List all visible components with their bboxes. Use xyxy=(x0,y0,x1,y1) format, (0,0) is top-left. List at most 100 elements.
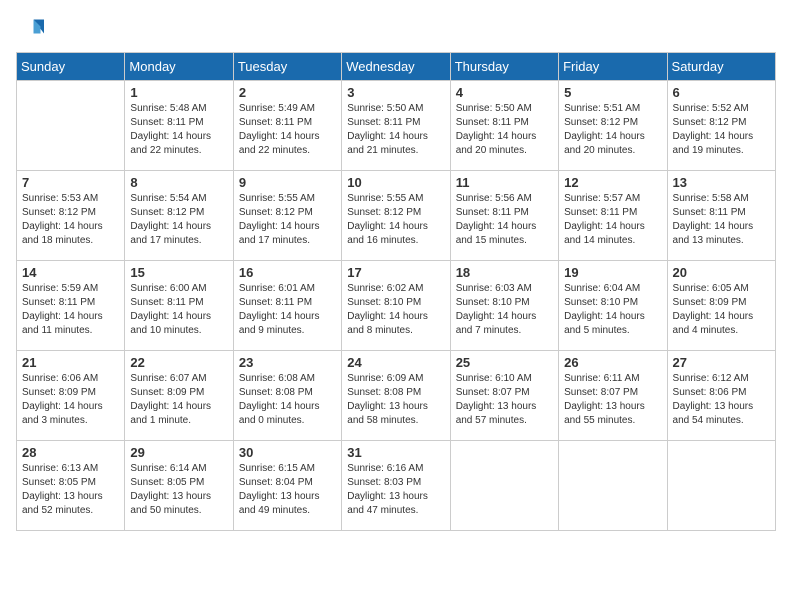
day-info: Sunrise: 6:15 AM Sunset: 8:04 PM Dayligh… xyxy=(239,462,336,518)
header-day: Thursday xyxy=(450,53,558,81)
calendar-day-cell: 1 Sunrise: 5:48 AM Sunset: 8:11 PM Daylig… xyxy=(125,81,233,171)
day-number: 19 xyxy=(564,265,661,280)
day-number: 16 xyxy=(239,265,336,280)
day-number: 20 xyxy=(673,265,770,280)
calendar-week-row: 21 Sunrise: 6:06 AM Sunset: 8:09 PM Dayli… xyxy=(17,351,776,441)
header-day: Saturday xyxy=(667,53,775,81)
day-info: Sunrise: 5:55 AM Sunset: 8:12 PM Dayligh… xyxy=(347,192,444,248)
calendar-day-cell: 9Sunrise: 5:55 AM Sunset: 8:12 PM Daylig… xyxy=(233,171,341,261)
calendar-day-cell: 14Sunrise: 5:59 AM Sunset: 8:11 PM Dayli… xyxy=(17,261,125,351)
day-number: 10 xyxy=(347,175,444,190)
day-number: 17 xyxy=(347,265,444,280)
day-info: Sunrise: 6:14 AM Sunset: 8:05 PM Dayligh… xyxy=(130,462,227,518)
day-info: Sunrise: 5:49 AM Sunset: 8:11 PM Dayligh… xyxy=(239,102,336,158)
day-info: Sunrise: 6:02 AM Sunset: 8:10 PM Dayligh… xyxy=(347,282,444,338)
header-day: Tuesday xyxy=(233,53,341,81)
calendar-day-cell xyxy=(559,441,667,531)
calendar-day-cell: 6 Sunrise: 5:52 AM Sunset: 8:12 PM Daylig… xyxy=(667,81,775,171)
calendar-table: SundayMondayTuesdayWednesdayThursdayFrid… xyxy=(16,52,776,531)
calendar-day-cell: 16Sunrise: 6:01 AM Sunset: 8:11 PM Dayli… xyxy=(233,261,341,351)
calendar-day-cell: 5 Sunrise: 5:51 AM Sunset: 8:12 PM Daylig… xyxy=(559,81,667,171)
calendar-day-cell: 18 Sunrise: 6:03 AM Sunset: 8:10 PM Dayli… xyxy=(450,261,558,351)
day-info: Sunrise: 5:51 AM Sunset: 8:12 PM Dayligh… xyxy=(564,102,661,158)
day-info: Sunrise: 5:56 AM Sunset: 8:11 PM Dayligh… xyxy=(456,192,553,248)
day-info: Sunrise: 6:09 AM Sunset: 8:08 PM Dayligh… xyxy=(347,372,444,428)
header-day: Wednesday xyxy=(342,53,450,81)
calendar-day-cell: 19 Sunrise: 6:04 AM Sunset: 8:10 PM Dayli… xyxy=(559,261,667,351)
calendar-day-cell: 29 Sunrise: 6:14 AM Sunset: 8:05 PM Dayli… xyxy=(125,441,233,531)
day-info: Sunrise: 5:57 AM Sunset: 8:11 PM Dayligh… xyxy=(564,192,661,248)
day-info: Sunrise: 6:04 AM Sunset: 8:10 PM Dayligh… xyxy=(564,282,661,338)
calendar-day-cell: 22Sunrise: 6:07 AM Sunset: 8:09 PM Dayli… xyxy=(125,351,233,441)
calendar-day-cell: 24 Sunrise: 6:09 AM Sunset: 8:08 PM Dayli… xyxy=(342,351,450,441)
day-info: Sunrise: 6:12 AM Sunset: 8:06 PM Dayligh… xyxy=(673,372,770,428)
calendar-day-cell: 21 Sunrise: 6:06 AM Sunset: 8:09 PM Dayli… xyxy=(17,351,125,441)
calendar-day-cell xyxy=(17,81,125,171)
day-number: 24 xyxy=(347,355,444,370)
day-number: 25 xyxy=(456,355,553,370)
day-number: 22 xyxy=(130,355,227,370)
day-number: 29 xyxy=(130,445,227,460)
day-number: 13 xyxy=(673,175,770,190)
calendar-day-cell xyxy=(667,441,775,531)
calendar-day-cell xyxy=(450,441,558,531)
day-info: Sunrise: 6:13 AM Sunset: 8:05 PM Dayligh… xyxy=(22,462,119,518)
calendar-header: SundayMondayTuesdayWednesdayThursdayFrid… xyxy=(17,53,776,81)
day-info: Sunrise: 5:58 AM Sunset: 8:11 PM Dayligh… xyxy=(673,192,770,248)
calendar-day-cell: 23Sunrise: 6:08 AM Sunset: 8:08 PM Dayli… xyxy=(233,351,341,441)
day-number: 4 xyxy=(456,85,553,100)
day-number: 28 xyxy=(22,445,119,460)
calendar-day-cell: 8Sunrise: 5:54 AM Sunset: 8:12 PM Daylig… xyxy=(125,171,233,261)
day-number: 30 xyxy=(239,445,336,460)
calendar-day-cell: 31 Sunrise: 6:16 AM Sunset: 8:03 PM Dayli… xyxy=(342,441,450,531)
logo-icon xyxy=(16,16,44,44)
calendar-day-cell: 2 Sunrise: 5:49 AM Sunset: 8:11 PM Daylig… xyxy=(233,81,341,171)
calendar-day-cell: 20 Sunrise: 6:05 AM Sunset: 8:09 PM Dayli… xyxy=(667,261,775,351)
calendar-day-cell: 15Sunrise: 6:00 AM Sunset: 8:11 PM Dayli… xyxy=(125,261,233,351)
day-info: Sunrise: 5:53 AM Sunset: 8:12 PM Dayligh… xyxy=(22,192,119,248)
day-info: Sunrise: 6:05 AM Sunset: 8:09 PM Dayligh… xyxy=(673,282,770,338)
day-number: 31 xyxy=(347,445,444,460)
day-number: 23 xyxy=(239,355,336,370)
day-info: Sunrise: 5:50 AM Sunset: 8:11 PM Dayligh… xyxy=(456,102,553,158)
day-number: 8 xyxy=(130,175,227,190)
calendar-day-cell: 13 Sunrise: 5:58 AM Sunset: 8:11 PM Dayli… xyxy=(667,171,775,261)
calendar-day-cell: 10 Sunrise: 5:55 AM Sunset: 8:12 PM Dayli… xyxy=(342,171,450,261)
day-number: 1 xyxy=(130,85,227,100)
day-info: Sunrise: 5:48 AM Sunset: 8:11 PM Dayligh… xyxy=(130,102,227,158)
day-number: 14 xyxy=(22,265,119,280)
calendar-day-cell: 26Sunrise: 6:11 AM Sunset: 8:07 PM Dayli… xyxy=(559,351,667,441)
day-info: Sunrise: 5:55 AM Sunset: 8:12 PM Dayligh… xyxy=(239,192,336,248)
calendar-day-cell: 27Sunrise: 6:12 AM Sunset: 8:06 PM Dayli… xyxy=(667,351,775,441)
day-number: 3 xyxy=(347,85,444,100)
logo xyxy=(16,16,48,44)
calendar-week-row: 14Sunrise: 5:59 AM Sunset: 8:11 PM Dayli… xyxy=(17,261,776,351)
day-number: 21 xyxy=(22,355,119,370)
header-day: Sunday xyxy=(17,53,125,81)
page-header xyxy=(16,16,776,44)
calendar-day-cell: 12 Sunrise: 5:57 AM Sunset: 8:11 PM Dayli… xyxy=(559,171,667,261)
calendar-day-cell: 7 Sunrise: 5:53 AM Sunset: 8:12 PM Daylig… xyxy=(17,171,125,261)
day-number: 26 xyxy=(564,355,661,370)
day-number: 11 xyxy=(456,175,553,190)
day-number: 2 xyxy=(239,85,336,100)
day-number: 5 xyxy=(564,85,661,100)
day-number: 15 xyxy=(130,265,227,280)
day-info: Sunrise: 6:03 AM Sunset: 8:10 PM Dayligh… xyxy=(456,282,553,338)
day-info: Sunrise: 6:06 AM Sunset: 8:09 PM Dayligh… xyxy=(22,372,119,428)
day-number: 12 xyxy=(564,175,661,190)
day-info: Sunrise: 5:52 AM Sunset: 8:12 PM Dayligh… xyxy=(673,102,770,158)
day-number: 7 xyxy=(22,175,119,190)
day-info: Sunrise: 5:50 AM Sunset: 8:11 PM Dayligh… xyxy=(347,102,444,158)
day-number: 6 xyxy=(673,85,770,100)
calendar-week-row: 7 Sunrise: 5:53 AM Sunset: 8:12 PM Daylig… xyxy=(17,171,776,261)
day-number: 18 xyxy=(456,265,553,280)
header-day: Friday xyxy=(559,53,667,81)
calendar-day-cell: 4 Sunrise: 5:50 AM Sunset: 8:11 PM Daylig… xyxy=(450,81,558,171)
day-info: Sunrise: 6:10 AM Sunset: 8:07 PM Dayligh… xyxy=(456,372,553,428)
calendar-week-row: 1 Sunrise: 5:48 AM Sunset: 8:11 PM Daylig… xyxy=(17,81,776,171)
calendar-day-cell: 3 Sunrise: 5:50 AM Sunset: 8:11 PM Daylig… xyxy=(342,81,450,171)
calendar-week-row: 28 Sunrise: 6:13 AM Sunset: 8:05 PM Dayli… xyxy=(17,441,776,531)
calendar-day-cell: 25 Sunrise: 6:10 AM Sunset: 8:07 PM Dayli… xyxy=(450,351,558,441)
day-info: Sunrise: 6:16 AM Sunset: 8:03 PM Dayligh… xyxy=(347,462,444,518)
